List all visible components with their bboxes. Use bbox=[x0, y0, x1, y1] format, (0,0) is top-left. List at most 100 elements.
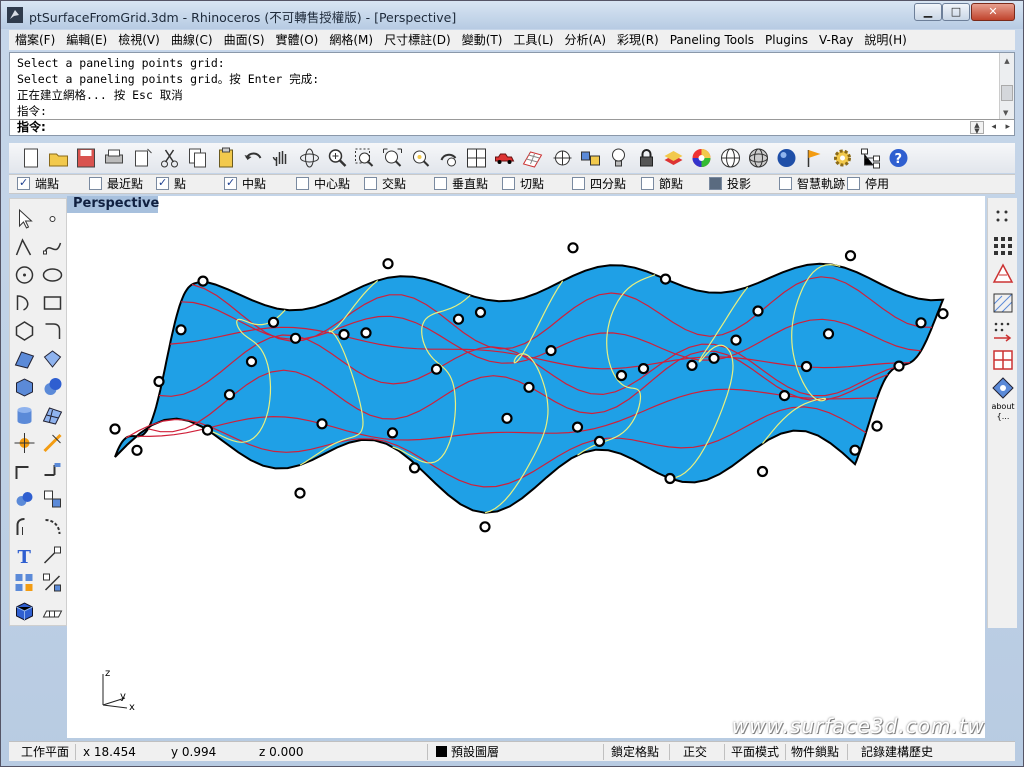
surface-icon[interactable] bbox=[12, 347, 37, 371]
osnap-9[interactable]: 節點 bbox=[641, 177, 683, 193]
control-point[interactable] bbox=[197, 275, 209, 287]
osnap-7[interactable]: 切點 bbox=[502, 177, 544, 193]
osnap-10[interactable]: 投影 bbox=[709, 177, 751, 193]
osnap-checkbox[interactable] bbox=[89, 177, 102, 190]
menu-item-8[interactable]: 變動(T) bbox=[456, 30, 508, 49]
control-point[interactable] bbox=[915, 317, 927, 329]
save-icon[interactable] bbox=[73, 146, 98, 170]
color-wheel-icon[interactable] bbox=[689, 146, 714, 170]
viewport-canvas[interactable]: z y x bbox=[67, 196, 985, 738]
control-point[interactable] bbox=[338, 328, 350, 341]
zoom-selected-icon[interactable] bbox=[408, 146, 433, 170]
undo-icon[interactable] bbox=[241, 146, 266, 170]
sphere-mesh-icon[interactable] bbox=[746, 146, 771, 170]
osnap-checkbox[interactable] bbox=[502, 177, 515, 190]
cylinder-icon[interactable] bbox=[12, 403, 37, 427]
control-point[interactable] bbox=[730, 334, 742, 346]
lock-icon[interactable] bbox=[634, 146, 659, 170]
control-point[interactable] bbox=[849, 444, 861, 456]
menu-item-11[interactable]: 彩現(R) bbox=[611, 30, 664, 49]
gear-icon[interactable] bbox=[830, 146, 855, 170]
status-planar[interactable]: 平面模式 bbox=[731, 743, 779, 761]
arrow-left-icon[interactable]: ◂ bbox=[991, 120, 996, 135]
cut-icon[interactable] bbox=[157, 146, 182, 170]
grid-red-icon[interactable] bbox=[990, 347, 1016, 373]
lightbulb-icon[interactable] bbox=[606, 146, 631, 170]
menu-item-1[interactable]: 編輯(E) bbox=[60, 30, 112, 49]
control-point[interactable] bbox=[545, 345, 557, 357]
command-scrollbar[interactable]: ▲ ▼ bbox=[999, 53, 1014, 119]
menu-item-3[interactable]: 曲線(C) bbox=[165, 30, 218, 49]
new-icon[interactable] bbox=[18, 146, 43, 170]
flag-icon[interactable] bbox=[802, 146, 827, 170]
control-point[interactable] bbox=[386, 427, 399, 439]
osnap-4[interactable]: 中心點 bbox=[296, 177, 350, 193]
osnap-checkbox[interactable] bbox=[847, 177, 860, 190]
osnap-0[interactable]: 端點 bbox=[17, 175, 59, 193]
fillet-icon[interactable] bbox=[40, 515, 65, 539]
control-point[interactable] bbox=[430, 363, 443, 375]
join-icon[interactable] bbox=[40, 459, 65, 483]
car-icon[interactable] bbox=[492, 146, 517, 170]
panel-triangle-icon[interactable] bbox=[990, 261, 1016, 287]
control-point[interactable] bbox=[844, 250, 857, 262]
osnap-checkbox[interactable] bbox=[641, 177, 654, 190]
control-point[interactable] bbox=[294, 487, 306, 499]
grid-icon[interactable] bbox=[520, 146, 545, 170]
control-point[interactable] bbox=[615, 369, 628, 382]
control-point[interactable] bbox=[501, 412, 513, 424]
transform-icon[interactable] bbox=[12, 431, 37, 455]
control-point[interactable] bbox=[686, 359, 698, 371]
sphere-wire-icon[interactable] bbox=[718, 146, 743, 170]
osnap-12[interactable]: 停用 bbox=[847, 177, 889, 193]
control-point[interactable] bbox=[822, 328, 835, 340]
zoom-extents-icon[interactable] bbox=[380, 146, 405, 170]
status-snap[interactable]: 鎖定格點 bbox=[611, 743, 659, 761]
paste-icon[interactable] bbox=[213, 146, 238, 170]
osnap-1[interactable]: 最近點 bbox=[89, 177, 143, 193]
scroll-down-icon[interactable]: ▼ bbox=[1003, 109, 1008, 117]
sphere-render-icon[interactable] bbox=[774, 146, 799, 170]
control-point[interactable] bbox=[893, 360, 905, 372]
extrude-surface-icon[interactable] bbox=[40, 347, 65, 371]
control-point[interactable] bbox=[778, 390, 791, 402]
control-point[interactable] bbox=[223, 389, 236, 401]
menu-item-15[interactable]: 說明(H) bbox=[858, 30, 911, 49]
control-point[interactable] bbox=[523, 381, 535, 393]
group-icon[interactable] bbox=[40, 487, 65, 511]
menu-item-0[interactable]: 檔案(F) bbox=[9, 30, 60, 49]
control-point[interactable] bbox=[659, 273, 672, 285]
copy-icon[interactable] bbox=[185, 146, 210, 170]
minimize-button[interactable]: ▁ bbox=[914, 3, 942, 21]
osnap-6[interactable]: 垂直點 bbox=[434, 177, 488, 193]
control-point[interactable] bbox=[175, 324, 187, 336]
polyline-icon[interactable] bbox=[12, 235, 37, 259]
mesh-icon[interactable] bbox=[40, 403, 65, 427]
menu-item-10[interactable]: 分析(A) bbox=[558, 30, 611, 49]
control-point[interactable] bbox=[382, 258, 394, 270]
grid-dense-icon[interactable] bbox=[990, 233, 1016, 259]
rectangle-icon[interactable] bbox=[40, 291, 65, 315]
control-point[interactable] bbox=[245, 356, 258, 368]
undo-view-icon[interactable] bbox=[436, 146, 461, 170]
tree-icon[interactable] bbox=[858, 146, 883, 170]
box-icon[interactable] bbox=[12, 375, 37, 399]
control-point[interactable] bbox=[637, 363, 650, 375]
status-ortho[interactable]: 正交 bbox=[683, 743, 707, 761]
osnap-3[interactable]: 中點 bbox=[224, 175, 266, 193]
curve-icon[interactable] bbox=[40, 235, 65, 259]
zoom-window-icon[interactable] bbox=[352, 146, 377, 170]
array-icon[interactable] bbox=[12, 571, 37, 595]
osnap-checkbox[interactable] bbox=[156, 175, 169, 190]
cube-icon[interactable] bbox=[12, 599, 37, 623]
status-history[interactable]: 記錄建構歷史 bbox=[861, 743, 933, 761]
text-icon[interactable]: T bbox=[12, 543, 37, 568]
osnap-checkbox[interactable] bbox=[572, 177, 585, 190]
osnap-checkbox[interactable] bbox=[779, 177, 792, 190]
perspective-viewport[interactable]: z y x Perspective www.surface3d.com.tw bbox=[67, 196, 985, 738]
scroll-thumb[interactable] bbox=[1001, 85, 1013, 101]
osnap-checkbox[interactable] bbox=[709, 177, 722, 190]
control-point[interactable] bbox=[267, 316, 280, 328]
osnap-checkbox[interactable] bbox=[17, 175, 30, 190]
menu-item-4[interactable]: 曲面(S) bbox=[218, 30, 270, 49]
